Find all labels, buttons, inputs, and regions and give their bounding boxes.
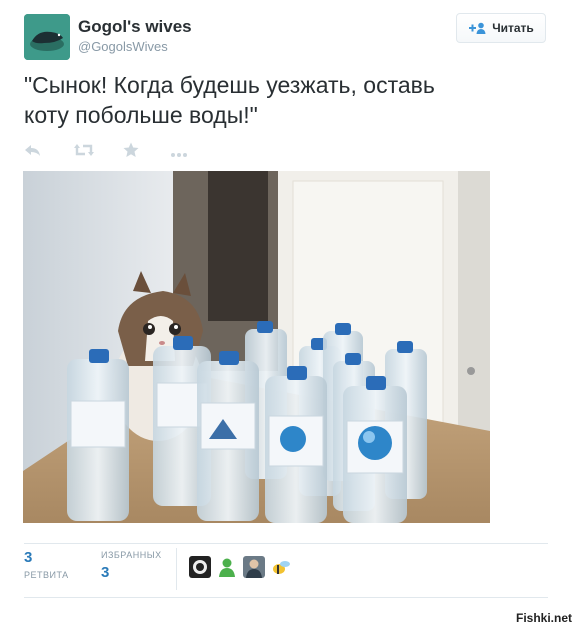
more-icon[interactable] bbox=[170, 146, 188, 164]
follow-button-label: Читать bbox=[492, 21, 534, 35]
seal-icon bbox=[24, 14, 70, 60]
retweet-icon[interactable] bbox=[74, 142, 94, 163]
reply-icon[interactable] bbox=[24, 142, 42, 163]
favorites-count[interactable]: 3 bbox=[101, 564, 109, 581]
favoriter-avatar-3[interactable] bbox=[243, 556, 265, 578]
favoriter-avatar-1[interactable] bbox=[189, 556, 211, 578]
favoriter-avatar-4[interactable] bbox=[270, 556, 292, 578]
tweet-text: "Сынок! Когда будешь уезжать, оставь кот… bbox=[24, 72, 435, 128]
retweet-label[interactable]: РЕТВИТА bbox=[24, 570, 69, 580]
add-user-icon bbox=[469, 22, 486, 34]
account-name[interactable]: Gogol's wives bbox=[78, 17, 192, 37]
favoriter-avatar-2[interactable] bbox=[216, 556, 238, 578]
account-handle[interactable]: @GogolsWives bbox=[78, 39, 168, 54]
stats-bottom-divider bbox=[24, 597, 548, 598]
follow-button[interactable]: Читать bbox=[456, 13, 546, 43]
stats-separator bbox=[176, 548, 177, 590]
favorites-label[interactable]: ИЗБРАННЫХ bbox=[101, 550, 162, 560]
account-avatar[interactable] bbox=[24, 14, 70, 60]
stats-top-divider bbox=[24, 543, 548, 544]
cat-with-water-bottles bbox=[23, 171, 490, 523]
favorite-icon[interactable] bbox=[123, 142, 139, 163]
retweet-count[interactable]: 3 bbox=[24, 549, 32, 566]
watermark: Fishki.net bbox=[513, 611, 574, 625]
tweet-photo[interactable] bbox=[23, 171, 490, 523]
